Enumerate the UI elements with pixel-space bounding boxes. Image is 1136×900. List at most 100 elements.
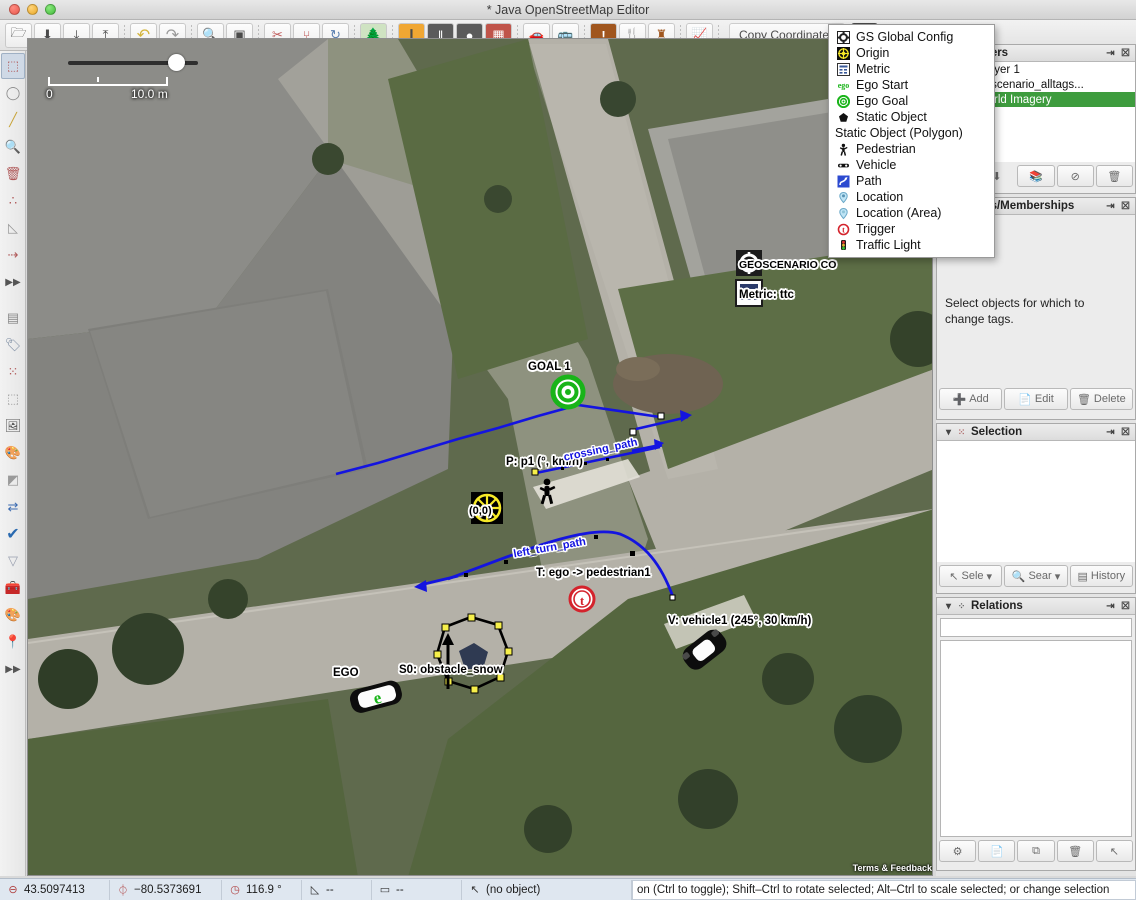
extrude-tool-icon[interactable]: ⇢ bbox=[1, 242, 25, 268]
path-icon bbox=[835, 174, 852, 188]
layer-delete-button[interactable]: 🗑 bbox=[1095, 165, 1134, 187]
gs-global-config-icon bbox=[835, 30, 852, 44]
menu-item-label: Location (Area) bbox=[856, 206, 942, 220]
toolbox-tool-icon[interactable]: 🧰 bbox=[1, 575, 25, 601]
geoscenario-context-menu[interactable]: GS Global Config Origin Metric ego Ego S… bbox=[828, 24, 995, 258]
filter-tool-icon[interactable]: ▽ bbox=[1, 548, 25, 574]
metric-icon bbox=[835, 62, 852, 76]
distance-cell: ▭ -- bbox=[372, 879, 462, 900]
static-object-label: S0: obstacle_snow bbox=[399, 664, 503, 676]
menu-item-gs-global-config[interactable]: GS Global Config bbox=[829, 29, 994, 45]
tag-tool-icon[interactable]: 🏷 bbox=[1, 332, 25, 358]
layer-activate-button[interactable]: 📚 bbox=[1017, 165, 1055, 187]
relations-tool-icon[interactable]: ⬚ bbox=[1, 386, 25, 412]
geoscenario-config-label: GEOSCENARIO CO bbox=[739, 259, 837, 271]
menu-item-vehicle[interactable]: Vehicle bbox=[829, 157, 994, 173]
plus-icon: ➕ bbox=[952, 393, 967, 406]
selection-list[interactable] bbox=[937, 441, 1135, 562]
pin-icon[interactable]: ⇥ bbox=[1104, 200, 1117, 213]
window-title: * Java OpenStreetMap Editor bbox=[486, 2, 650, 17]
metric-label: Metric: ttc bbox=[739, 289, 794, 301]
menu-item-pedestrian[interactable]: Pedestrian bbox=[829, 141, 994, 157]
static-object-icon bbox=[835, 110, 852, 124]
menu-item-label: Trigger bbox=[856, 222, 896, 236]
close-icon[interactable]: ☒ bbox=[1119, 600, 1132, 613]
add-tag-button[interactable]: ➕ Add bbox=[939, 388, 1003, 410]
map-canvas[interactable]: t e GOAL 1 P: p1 (°, km/h) (0,0) crossin… bbox=[27, 38, 933, 876]
menu-item-trigger[interactable]: t Trigger bbox=[829, 221, 994, 237]
menu-item-label: Vehicle bbox=[856, 158, 897, 172]
parallel-way-tool-icon[interactable]: ∴ bbox=[1, 188, 25, 214]
pin-icon[interactable]: ⇥ bbox=[1104, 426, 1117, 439]
close-icon[interactable]: ☒ bbox=[1119, 426, 1132, 439]
duplicate-relation-button[interactable]: ⧉ bbox=[1017, 840, 1055, 862]
relations-filter-input[interactable] bbox=[940, 618, 1132, 637]
selection-panel: ▾ ⁙ Selection ⇥ ☒ ↖ Sele ▾ 🔍 Sear ▾ ▤ Hi… bbox=[936, 423, 1136, 594]
delete-tool-icon[interactable]: 🗑 bbox=[1, 161, 25, 187]
zoom-tool-icon[interactable]: 🔍 bbox=[1, 134, 25, 160]
latitude-value: 43.5097413 bbox=[24, 883, 85, 896]
cursor-icon: ↖ bbox=[470, 884, 480, 896]
improve-way-tool-icon[interactable]: ◺ bbox=[1, 215, 25, 241]
nodes-tool-icon[interactable]: ⁙ bbox=[1, 359, 25, 385]
edit-tag-button[interactable]: 📄 Edit bbox=[1004, 388, 1068, 410]
edit-relation-button[interactable]: 📄 bbox=[978, 840, 1016, 862]
tags-panel-toolbar: ➕ Add 📄 Edit 🗑 Delete bbox=[937, 385, 1135, 413]
new-relation-button[interactable]: ⚙ bbox=[939, 840, 977, 862]
trigger-label: T: ego -> pedestrian1 bbox=[536, 567, 651, 579]
close-icon[interactable]: ☒ bbox=[1119, 47, 1132, 60]
search-dropdown-button[interactable]: 🔍 Sear ▾ bbox=[1004, 565, 1068, 587]
scale-zero-label: 0 bbox=[46, 87, 53, 101]
select-tool-icon[interactable]: ⬚ bbox=[1, 53, 25, 79]
styles-tool-icon[interactable]: 🎨 bbox=[1, 602, 25, 628]
history-button[interactable]: ▤ History bbox=[1069, 565, 1133, 587]
merge-tool-icon[interactable]: ⇄ bbox=[1, 494, 25, 520]
close-icon[interactable]: ☒ bbox=[1119, 200, 1132, 213]
select-button-label: Sele bbox=[961, 570, 984, 582]
menu-item-metric[interactable]: Metric bbox=[829, 61, 994, 77]
menu-item-path[interactable]: Path bbox=[829, 173, 994, 189]
angle-value: -- bbox=[326, 883, 334, 896]
zoom-slider[interactable] bbox=[68, 54, 198, 71]
location-icon bbox=[835, 190, 852, 204]
more-tools-icon[interactable]: ▶▶ bbox=[1, 656, 25, 682]
notes-tool-icon[interactable]: 📍 bbox=[1, 629, 25, 655]
delete-tag-button[interactable]: 🗑 Delete bbox=[1069, 388, 1133, 410]
menu-item-static-object[interactable]: Static Object bbox=[829, 109, 994, 125]
search-button-label: Sear bbox=[1028, 570, 1052, 582]
delete-tag-label: Delete bbox=[1093, 393, 1126, 405]
select-dropdown-button[interactable]: ↖ Sele ▾ bbox=[939, 565, 1003, 587]
angle-cell: ◺ -- bbox=[302, 879, 372, 900]
collapse-icon[interactable]: ▾ bbox=[942, 600, 955, 613]
select-relation-button[interactable]: ↖ bbox=[1095, 840, 1134, 862]
validate-tool-icon[interactable]: ✔ bbox=[1, 521, 25, 547]
paint-tool-icon[interactable]: 🎨 bbox=[1, 440, 25, 466]
collapse-icon[interactable]: ▾ bbox=[942, 426, 955, 439]
imagery-tool-icon[interactable]: 🖼 bbox=[1, 413, 25, 439]
window-titlebar: * Java OpenStreetMap Editor bbox=[0, 0, 1136, 20]
menu-item-static-object-polygon[interactable]: Static Object (Polygon) bbox=[829, 125, 994, 141]
edit-tools-toolbar: ⬚ ◯ ╱ 🔍 🗑 ∴ ◺ ⇢ ▶▶ ▤ 🏷 ⁙ ⬚ 🖼 🎨 ◩ ⇄ ✔ ▽ 🧰… bbox=[0, 51, 26, 876]
menu-item-traffic-light[interactable]: Traffic Light bbox=[829, 237, 994, 253]
pin-icon[interactable]: ⇥ bbox=[1104, 600, 1117, 613]
pin-icon[interactable]: ⇥ bbox=[1104, 47, 1117, 60]
trash-icon: 🗑 bbox=[1076, 393, 1091, 406]
layers-tool-icon[interactable]: ▤ bbox=[1, 305, 25, 331]
menu-item-ego-goal[interactable]: Ego Goal bbox=[829, 93, 994, 109]
ruler-icon: ▭ bbox=[379, 884, 391, 896]
history-icon: ▤ bbox=[1077, 570, 1088, 583]
lasso-tool-icon[interactable]: ◯ bbox=[1, 80, 25, 106]
menu-item-location[interactable]: Location bbox=[829, 189, 994, 205]
conflict-tool-icon[interactable]: ◩ bbox=[1, 467, 25, 493]
layer-visibility-button[interactable]: ⊘ bbox=[1056, 165, 1094, 187]
relations-list[interactable] bbox=[940, 640, 1132, 837]
draw-node-tool-icon[interactable]: ╱ bbox=[1, 107, 25, 133]
zoom-slider-knob[interactable] bbox=[168, 54, 185, 71]
menu-item-ego-start[interactable]: ego Ego Start bbox=[829, 77, 994, 93]
ego-goal-icon bbox=[835, 94, 852, 108]
map-attribution[interactable]: Terms & Feedback bbox=[853, 863, 932, 873]
menu-item-location-area[interactable]: Location (Area) bbox=[829, 205, 994, 221]
advanced-tools-icon[interactable]: ▶▶ bbox=[1, 269, 25, 295]
delete-relation-button[interactable]: 🗑 bbox=[1056, 840, 1094, 862]
menu-item-origin[interactable]: Origin bbox=[829, 45, 994, 61]
